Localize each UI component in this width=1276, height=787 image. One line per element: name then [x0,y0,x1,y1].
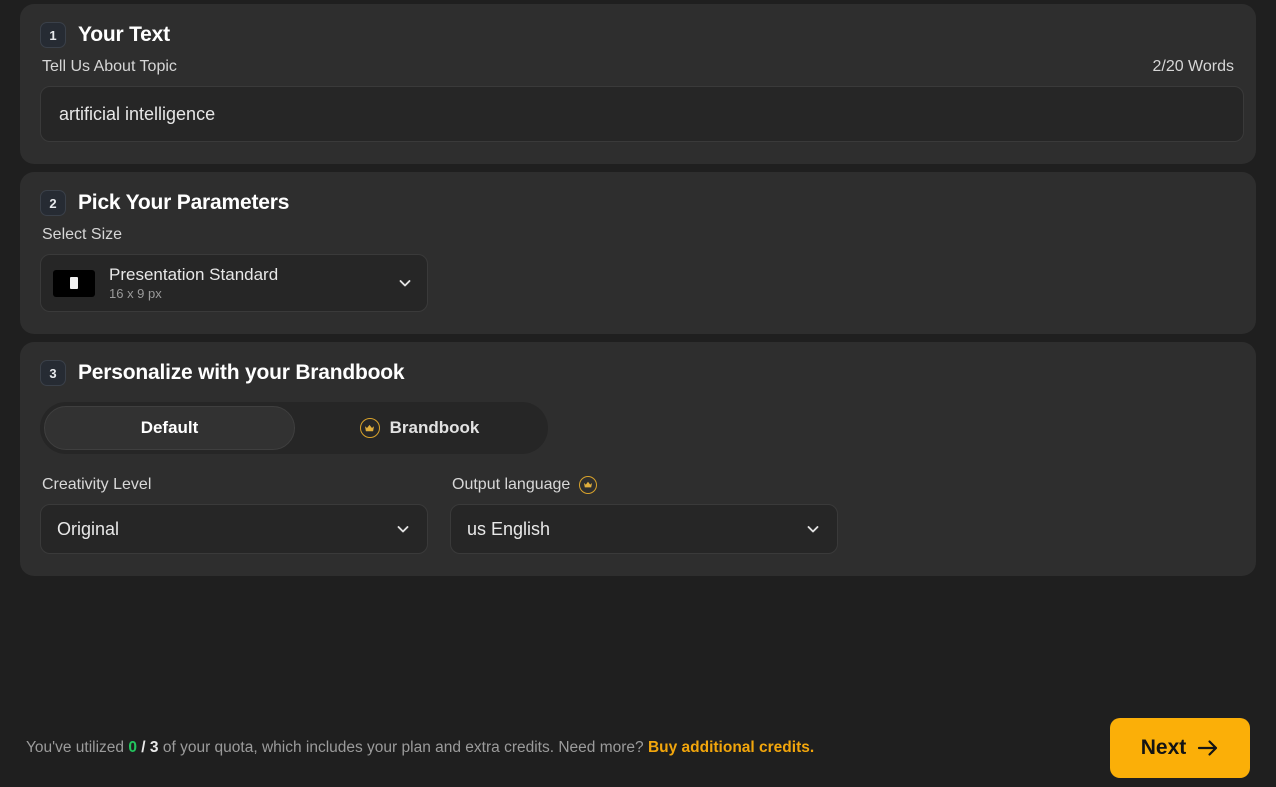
output-language-dropdown[interactable]: us English [450,504,838,554]
toggle-option-label: Brandbook [389,418,480,437]
select-size-label: Select Size [42,226,123,243]
next-button[interactable]: Next [1110,717,1250,778]
toggle-option-brandbook[interactable]: Brandbook [295,406,544,450]
output-language-label-text: Output language [452,476,571,493]
section-card-brandbook: 3 Personalize with your Brandbook Defaul… [20,342,1256,576]
creativity-level-value: Original [57,518,120,539]
section-header-your-text: 1 Your Text [40,22,1236,48]
buy-credits-link[interactable]: Buy additional credits. [648,739,814,756]
quota-used: 0 [128,738,137,756]
language-column: Output language us English [450,476,838,554]
generator-page: 1 Your Text Tell Us About Topic 2/20 Wor… [0,4,1276,787]
section-title: Personalize with your Brandbook [78,361,405,384]
creativity-level-label-text: Creativity Level [42,476,152,493]
chevron-down-icon [395,521,411,537]
quota-suffix: of your quota, which includes your plan … [162,738,644,756]
quota-separator: / [141,738,146,756]
section-title: Your Text [78,23,170,46]
section-card-your-text: 1 Your Text Tell Us About Topic 2/20 Wor… [20,4,1256,164]
topic-label-row: Tell Us About Topic 2/20 Words [42,58,1234,76]
section-card-parameters: 2 Pick Your Parameters Select Size Prese… [20,172,1256,334]
size-label-row: Select Size [42,226,1234,244]
topic-label: Tell Us About Topic [42,58,177,75]
step-number-badge: 2 [40,190,66,216]
size-name: Presentation Standard [109,265,279,284]
section-title: Pick Your Parameters [78,191,290,214]
section-header-parameters: 2 Pick Your Parameters [40,190,1236,216]
arrow-right-icon [1197,739,1219,757]
size-select-dropdown[interactable]: Presentation Standard 16 x 9 px [40,254,428,312]
topic-input[interactable]: artificial intelligence [40,86,1244,142]
step-number-badge: 3 [40,360,66,386]
word-count: 2/20 Words [1152,58,1234,75]
toggle-option-default[interactable]: Default [44,406,295,450]
output-language-label: Output language [452,476,838,494]
quota-total: 3 [149,738,159,756]
next-button-label: Next [1140,735,1187,759]
size-select-texts: Presentation Standard 16 x 9 px [109,264,383,302]
chevron-down-icon [805,521,821,537]
quota-message: You've utilized 0 / 3 of your quota, whi… [26,739,814,757]
slide-thumbnail-icon [53,269,95,297]
footer-bar: You've utilized 0 / 3 of your quota, whi… [0,704,1276,787]
output-language-value: us English [467,518,551,539]
parameter-columns: Creativity Level Original Output languag… [40,476,1236,554]
size-dimensions: 16 x 9 px [109,286,162,301]
step-number-badge: 1 [40,22,66,48]
crown-icon [359,418,380,438]
creativity-level-label: Creativity Level [42,476,428,494]
crown-icon [579,476,598,494]
creativity-column: Creativity Level Original [40,476,428,554]
quota-prefix: You've utilized [26,738,125,756]
toggle-option-label: Default [140,418,199,437]
chevron-down-icon [397,275,413,291]
brandbook-toggle-group: Default Brandbook [40,402,548,454]
creativity-level-dropdown[interactable]: Original [40,504,428,554]
section-header-brandbook: 3 Personalize with your Brandbook [40,360,1236,386]
